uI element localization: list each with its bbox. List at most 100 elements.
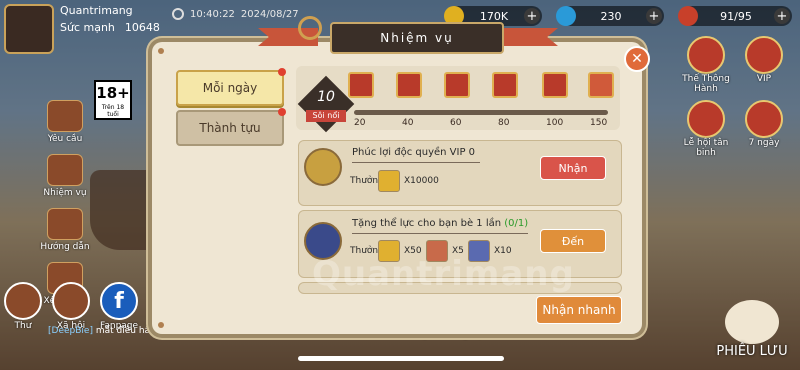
gift-chest-icon[interactable] bbox=[542, 72, 568, 98]
right-menu: Thế Thông Hành VIP Lễ hội tân binh 7 ngà… bbox=[682, 36, 798, 158]
mail-button[interactable]: Thư bbox=[4, 282, 42, 331]
go-button[interactable]: Đến bbox=[540, 229, 606, 253]
player-profile[interactable]: Quantrimang Sức mạnh 10648 bbox=[4, 4, 160, 54]
menu-item-label: VIP bbox=[756, 74, 772, 84]
guide-icon bbox=[47, 208, 83, 240]
power-value: 10648 bbox=[124, 21, 160, 34]
milestone-label: 150 bbox=[590, 118, 608, 128]
dialog-title: Nhiệm vụ bbox=[380, 31, 454, 45]
social-button[interactable]: Xã hội bbox=[52, 282, 90, 331]
claim-button[interactable]: Nhận bbox=[540, 156, 606, 180]
task-title: Phúc lợi độc quyền VIP 0 bbox=[352, 147, 475, 158]
age-rating-badge: 18+ Trên 18 tuổi bbox=[94, 80, 132, 120]
diamond-icon bbox=[556, 6, 576, 26]
notification-dot bbox=[278, 108, 286, 116]
milestone-label: 80 bbox=[498, 118, 510, 128]
gift-chest-icon[interactable] bbox=[492, 72, 518, 98]
avatar[interactable] bbox=[4, 4, 54, 54]
adventure-button[interactable]: PHIÊU LƯU bbox=[710, 300, 794, 366]
chat-message: mất điều hâu bbox=[95, 326, 156, 336]
notification-dot bbox=[278, 68, 286, 76]
close-button[interactable]: ✕ bbox=[624, 46, 650, 72]
mail-icon bbox=[4, 282, 42, 320]
menu-item-guide[interactable]: Hướng dẫn bbox=[40, 208, 90, 252]
pass-icon bbox=[687, 36, 725, 74]
gift-chest-icon[interactable] bbox=[348, 72, 374, 98]
clock: 10:40:22 2024/08/27 bbox=[172, 8, 299, 20]
quick-claim-button[interactable]: Nhận nhanh bbox=[536, 296, 622, 324]
activity-progress-track bbox=[354, 110, 608, 115]
menu-item-label: 7 ngày bbox=[748, 138, 780, 148]
add-gold-button[interactable]: + bbox=[524, 8, 540, 24]
menu-item-label: Lễ hội tân binh bbox=[683, 138, 729, 158]
diamond-value: 230 bbox=[600, 9, 622, 23]
menu-item-newbie-event[interactable]: Lễ hội tân binh bbox=[682, 100, 730, 158]
player-power: Sức mạnh 10648 bbox=[60, 21, 160, 34]
task-progress: (0/1) bbox=[504, 218, 529, 229]
menu-item-label: Hướng dẫn bbox=[40, 242, 90, 252]
stamina-resource: 91/95 + bbox=[678, 6, 792, 26]
menu-item-vip[interactable]: VIP bbox=[740, 36, 788, 94]
menu-item-quests[interactable]: Nhiệm vụ bbox=[40, 154, 90, 198]
title-underline bbox=[352, 162, 480, 163]
dialog-title-bar: Nhiệm vụ bbox=[330, 22, 504, 54]
vip-crown-icon bbox=[304, 148, 342, 186]
date-text: 2024/08/27 bbox=[240, 8, 299, 20]
ship-wheel-icon bbox=[298, 16, 322, 40]
activity-points-label: Sôi nổi bbox=[306, 110, 346, 122]
corner-pin bbox=[158, 48, 164, 54]
milestone-label: 20 bbox=[354, 118, 366, 128]
menu-item-pass[interactable]: Thế Thông Hành bbox=[682, 36, 730, 94]
player-name: Quantrimang bbox=[60, 4, 133, 17]
task-title: Tặng thể lực cho bạn bè 1 lần (0/1) bbox=[352, 218, 528, 229]
quest-icon bbox=[47, 154, 83, 186]
player-info: Quantrimang Sức mạnh 10648 bbox=[60, 4, 160, 34]
stamina-value: 91/95 bbox=[720, 9, 752, 23]
calendar-icon bbox=[745, 100, 783, 138]
menu-item-seven-days[interactable]: 7 ngày bbox=[740, 100, 788, 158]
gift-chest-icon[interactable] bbox=[588, 72, 614, 98]
reward-qty: X10000 bbox=[404, 176, 439, 186]
social-icon bbox=[52, 282, 90, 320]
task-title-text: Phúc lợi độc quyền VIP 0 bbox=[352, 147, 476, 158]
chat-ticker[interactable]: [DeepBie] mất điều hâu bbox=[48, 326, 156, 336]
task-title-text: Tặng thể lực cho bạn bè 1 lần bbox=[352, 218, 502, 229]
fanpage-button[interactable]: f Fanpage bbox=[100, 282, 138, 331]
vip-icon bbox=[745, 36, 783, 74]
corner-pin bbox=[158, 322, 164, 328]
gift-chest-icon[interactable] bbox=[396, 72, 422, 98]
tab-achievements[interactable]: Thành tựu bbox=[176, 108, 286, 146]
scroll-icon bbox=[47, 100, 83, 132]
chat-sender: [DeepBie] bbox=[48, 326, 93, 336]
diamond-resource: 230 + bbox=[556, 6, 664, 26]
clock-icon bbox=[172, 8, 184, 20]
age-rating-text: Trên 18 tuổi bbox=[101, 104, 125, 118]
gift-chest-icon[interactable] bbox=[444, 72, 470, 98]
menu-item-label: Thế Thông Hành bbox=[682, 74, 730, 94]
left-menu: Yêu cầu Nhiệm vụ Hướng dẫn Xếp hạng bbox=[40, 100, 90, 306]
menu-item-label: Nhiệm vụ bbox=[43, 188, 87, 198]
gold-coin-icon[interactable] bbox=[378, 170, 400, 192]
milestone-label: 100 bbox=[546, 118, 564, 128]
milestone-label: 40 bbox=[402, 118, 414, 128]
event-icon bbox=[687, 100, 725, 138]
title-underline bbox=[352, 233, 528, 234]
activity-points-value: 10 bbox=[317, 89, 335, 105]
adventure-label: PHIÊU LƯU bbox=[716, 344, 788, 359]
tab-daily[interactable]: Mỗi ngày bbox=[176, 68, 286, 106]
add-diamond-button[interactable]: + bbox=[646, 8, 662, 24]
tab-label: Mỗi ngày bbox=[202, 81, 258, 95]
menu-item-requests[interactable]: Yêu cầu bbox=[40, 100, 90, 144]
age-rating-value: 18+ bbox=[96, 84, 130, 102]
add-stamina-button[interactable]: + bbox=[774, 8, 790, 24]
home-indicator[interactable] bbox=[298, 356, 504, 361]
power-label: Sức mạnh bbox=[60, 21, 115, 34]
milestone-label: 60 bbox=[450, 118, 462, 128]
mail-label: Thư bbox=[14, 321, 32, 331]
stamina-meat-icon bbox=[678, 6, 698, 26]
gold-value: 170K bbox=[479, 9, 509, 23]
watermark: Quantrimang bbox=[312, 254, 575, 294]
facebook-icon: f bbox=[100, 282, 139, 320]
tab-label: Thành tựu bbox=[199, 121, 261, 135]
time-text: 10:40:22 bbox=[190, 8, 235, 20]
